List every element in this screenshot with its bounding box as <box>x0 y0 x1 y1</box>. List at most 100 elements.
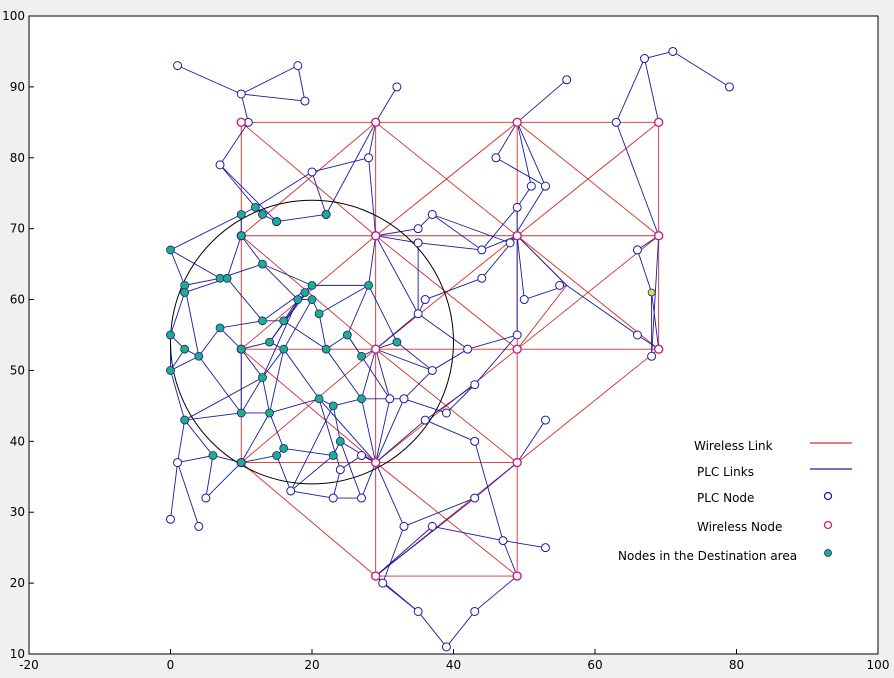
destination-node <box>265 337 274 347</box>
destination-node <box>357 394 366 404</box>
destination-node <box>166 366 175 375</box>
plc-node <box>413 238 423 248</box>
destination-node <box>279 444 289 453</box>
plc-node <box>427 209 437 219</box>
plc-node <box>420 415 430 425</box>
plc-node <box>498 536 508 546</box>
legend-filled-swatch <box>824 549 832 557</box>
plc-node <box>413 224 423 234</box>
legend-label: Wireless Link <box>694 439 773 453</box>
plc-node <box>215 160 225 170</box>
plc-node <box>420 295 430 305</box>
plc-node <box>470 436 480 446</box>
destination-node <box>307 295 317 304</box>
plc-node <box>173 458 183 468</box>
x-tick-label: 60 <box>587 658 602 672</box>
destination-node <box>258 259 267 269</box>
destination-node <box>272 217 282 226</box>
destination-node <box>180 288 190 297</box>
y-tick-label: 50 <box>10 363 25 377</box>
plc-node <box>293 61 303 71</box>
plc-node <box>562 75 572 85</box>
network-topology-chart: -20 0 20 40 60 80 100 10 20 30 40 50 60 70 80 90 100 Wir… <box>0 0 894 674</box>
plc-node <box>512 330 522 340</box>
x-tick-label: 20 <box>304 658 319 672</box>
plc-node <box>647 351 657 361</box>
destination-node <box>236 231 246 241</box>
destination-node <box>166 245 175 255</box>
highlighted-node <box>647 288 656 297</box>
destination-node <box>194 351 204 361</box>
plc-node <box>526 181 536 191</box>
wireless-node <box>512 457 522 468</box>
destination-node <box>328 451 338 460</box>
plc-node <box>611 117 621 127</box>
plc-node <box>540 543 550 553</box>
plc-node <box>463 344 473 354</box>
destination-node <box>314 309 324 319</box>
plc-node <box>632 330 642 340</box>
destination-node <box>180 344 190 354</box>
legend-label: PLC Links <box>697 465 754 479</box>
wireless-node <box>653 231 664 241</box>
plc-node <box>166 514 175 524</box>
plc-node <box>364 153 374 163</box>
x-tick-label: 80 <box>729 658 744 672</box>
y-tick-label: 40 <box>10 434 25 448</box>
plc-node <box>470 606 480 616</box>
wireless-node <box>512 117 522 128</box>
legend-label: Nodes in the Destination area <box>618 549 797 563</box>
plc-node <box>540 415 550 425</box>
legend-marker-swatch <box>823 520 833 530</box>
plc-node <box>505 238 515 248</box>
destination-node <box>180 415 190 425</box>
plc-node <box>427 365 437 375</box>
plc-node <box>392 82 402 92</box>
destination-node <box>236 344 246 354</box>
plc-node <box>640 54 650 64</box>
plc-node <box>470 493 480 503</box>
plc-node <box>236 89 246 99</box>
chart-svg: -20 0 20 40 60 80 100102030405060708090100 Wir… <box>2 9 889 672</box>
plc-node <box>632 245 642 255</box>
wireless-node <box>370 344 381 354</box>
destination-node <box>236 210 246 219</box>
destination-node <box>321 344 331 354</box>
wireless-node <box>370 231 381 241</box>
destination-node <box>236 408 246 418</box>
destination-node <box>222 273 232 283</box>
destination-node <box>392 337 402 347</box>
plc-node <box>201 493 211 503</box>
wireless-node <box>512 571 522 581</box>
destination-node <box>364 280 374 290</box>
plc-node <box>441 642 451 652</box>
y-tick-label: 80 <box>10 151 25 165</box>
plc-node <box>477 273 487 283</box>
y-tick-label: 60 <box>10 293 25 307</box>
wireless-node <box>512 344 522 354</box>
y-tick-label: 20 <box>10 576 25 590</box>
wireless-node <box>370 571 381 581</box>
destination-node <box>215 323 225 333</box>
wireless-node <box>236 117 246 128</box>
destination-node <box>265 408 274 418</box>
plc-node <box>194 521 204 531</box>
y-tick-label: 90 <box>10 80 25 94</box>
destination-node <box>208 451 218 460</box>
plc-node <box>540 181 550 191</box>
y-tick-label: 70 <box>10 222 25 236</box>
plc-node <box>399 521 409 531</box>
plc-node <box>491 153 501 163</box>
plc-node <box>286 486 296 496</box>
x-tick-label: 0 <box>167 658 175 672</box>
plc-node <box>335 465 345 475</box>
plc-node <box>173 61 183 71</box>
plc-node <box>413 309 423 319</box>
plc-node <box>724 82 734 92</box>
plc-node <box>300 96 310 106</box>
plc-node <box>378 578 388 588</box>
destination-node <box>166 330 175 340</box>
plc-node <box>357 493 367 503</box>
destination-node <box>342 330 352 340</box>
plc-node <box>555 280 565 290</box>
